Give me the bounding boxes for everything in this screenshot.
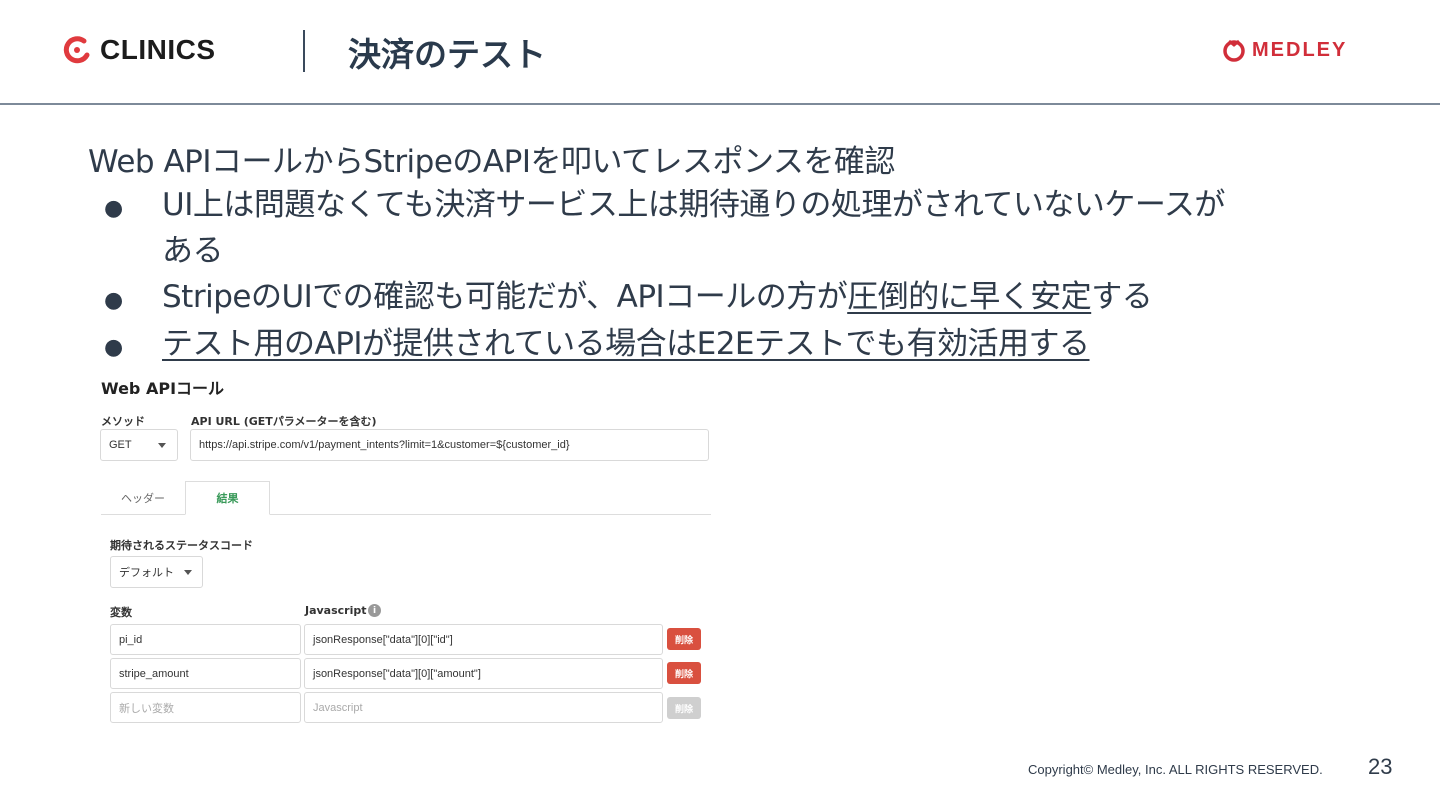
info-icon[interactable]: i <box>368 604 381 617</box>
variable-input-2-value: stripe_amount <box>119 667 189 680</box>
javascript-input-1[interactable]: jsonResponse["data"][0]["id"] <box>304 624 663 655</box>
tab-result[interactable]: 結果 <box>185 481 270 515</box>
bullet-glyph-1: ● <box>104 196 124 221</box>
clinics-logo: CLINICS <box>62 34 216 66</box>
bullet-2: StripeのUIでの確認も可能だが、APIコールの方が圧倒的に早く安定する <box>162 274 1153 320</box>
variable-input-1-value: pi_id <box>119 633 143 646</box>
new-variable-placeholder: 新しい変数 <box>119 702 174 715</box>
header-divider <box>303 30 305 72</box>
new-javascript-placeholder: Javascript <box>313 701 363 714</box>
page-number: 23 <box>1368 754 1393 779</box>
clinics-logo-icon <box>63 36 90 64</box>
url-input[interactable]: https://api.stripe.com/v1/payment_intent… <box>190 429 709 461</box>
bullet-3-emphasis: テスト用のAPIが提供されている場合はE2Eテストでも有効活用する <box>162 326 1090 362</box>
url-label: API URL (GETパラメーターを含む) <box>191 415 377 428</box>
bullet-glyph-2: ● <box>104 288 124 313</box>
javascript-column-label: Javascript <box>305 604 367 617</box>
variable-column-label: 変数 <box>110 606 132 619</box>
slide-title: 決済のテスト <box>348 35 546 74</box>
url-input-value: https://api.stripe.com/v1/payment_intent… <box>199 439 570 451</box>
bullet-2-emphasis: 圧倒的に早く安定 <box>847 279 1092 315</box>
lead-text: Web APIコールからStripeのAPIを叩いてレスポンスを確認 <box>88 144 895 180</box>
bullet-2-suffix: する <box>1091 279 1153 315</box>
bullet-glyph-3: ● <box>104 335 124 360</box>
method-select[interactable]: GET <box>100 429 178 461</box>
delete-button-1[interactable]: 削除 <box>667 628 701 650</box>
bullet-3: テスト用のAPIが提供されている場合はE2Eテストでも有効活用する <box>162 321 1090 367</box>
javascript-input-2-value: jsonResponse["data"][0]["amount"] <box>313 667 481 680</box>
bullet-1-line-1: UI上は問題なくても決済サービス上は期待通りの処理がされていないケースが <box>162 187 1225 223</box>
clinics-brand-text: CLINICS <box>100 34 216 65</box>
delete-button-2[interactable]: 削除 <box>667 662 701 684</box>
medley-brand-text: MEDLEY <box>1252 38 1348 61</box>
chevron-down-icon <box>158 443 166 448</box>
medley-logo: MEDLEY <box>1222 38 1347 62</box>
javascript-input-1-value: jsonResponse["data"][0]["id"] <box>313 633 453 646</box>
new-javascript-input[interactable]: Javascript <box>304 692 663 723</box>
delete-button-disabled: 削除 <box>667 697 701 719</box>
status-chevron-down-icon <box>184 570 192 575</box>
bullet-1-line-2: ある <box>162 233 224 269</box>
variable-input-2[interactable]: stripe_amount <box>110 658 301 689</box>
medley-logo-icon <box>1223 39 1245 62</box>
copyright-text: Copyright© Medley, Inc. ALL RIGHTS RESER… <box>1028 762 1323 777</box>
javascript-input-2[interactable]: jsonResponse["data"][0]["amount"] <box>304 658 663 689</box>
new-variable-input[interactable]: 新しい変数 <box>110 692 301 723</box>
screenshot-title: Web APIコール <box>101 379 225 398</box>
tab-header[interactable]: ヘッダー <box>101 481 185 515</box>
bullet-2-text: StripeのUIでの確認も可能だが、APIコールの方が <box>162 279 848 315</box>
variable-input-1[interactable]: pi_id <box>110 624 301 655</box>
method-label: メソッド <box>101 415 145 428</box>
method-select-value: GET <box>109 439 132 451</box>
status-code-value: デフォルト <box>119 567 174 579</box>
status-code-label: 期待されるステータスコード <box>110 539 253 552</box>
